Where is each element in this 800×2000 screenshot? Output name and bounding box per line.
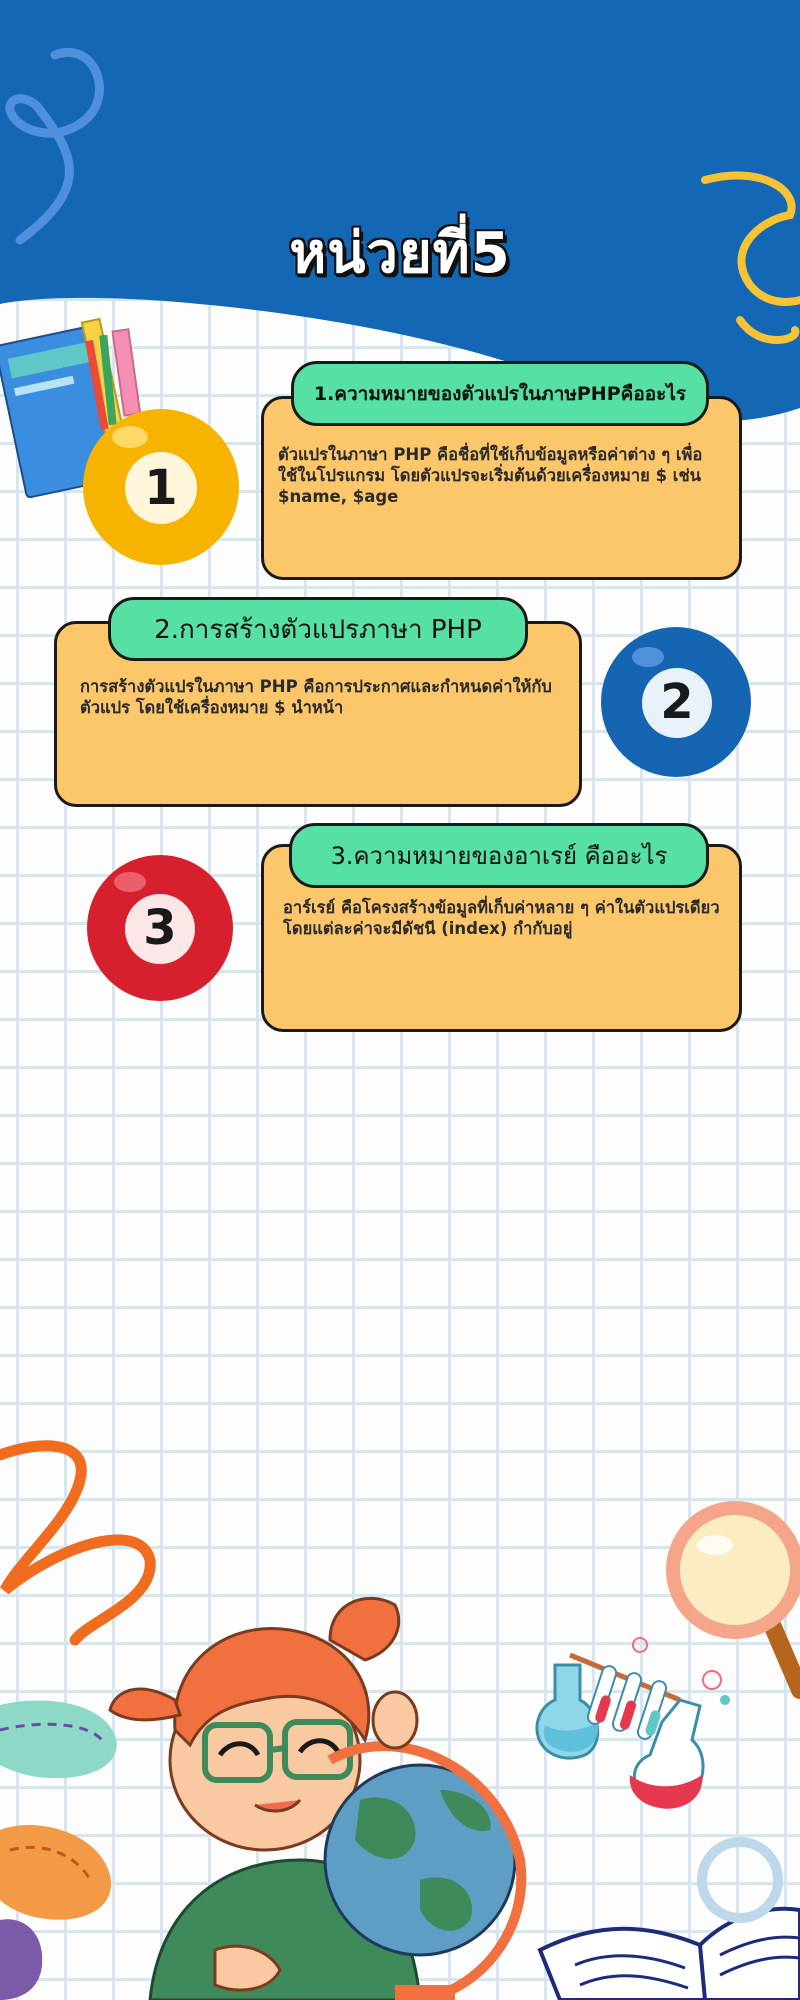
magnifying-glass-icon [666,1501,800,1699]
kid-with-globe-icon [108,1596,527,2000]
lab-flasks-icon [535,1637,730,1809]
open-book-icon [537,1837,800,2000]
bottom-illustrations [108,1501,800,2000]
